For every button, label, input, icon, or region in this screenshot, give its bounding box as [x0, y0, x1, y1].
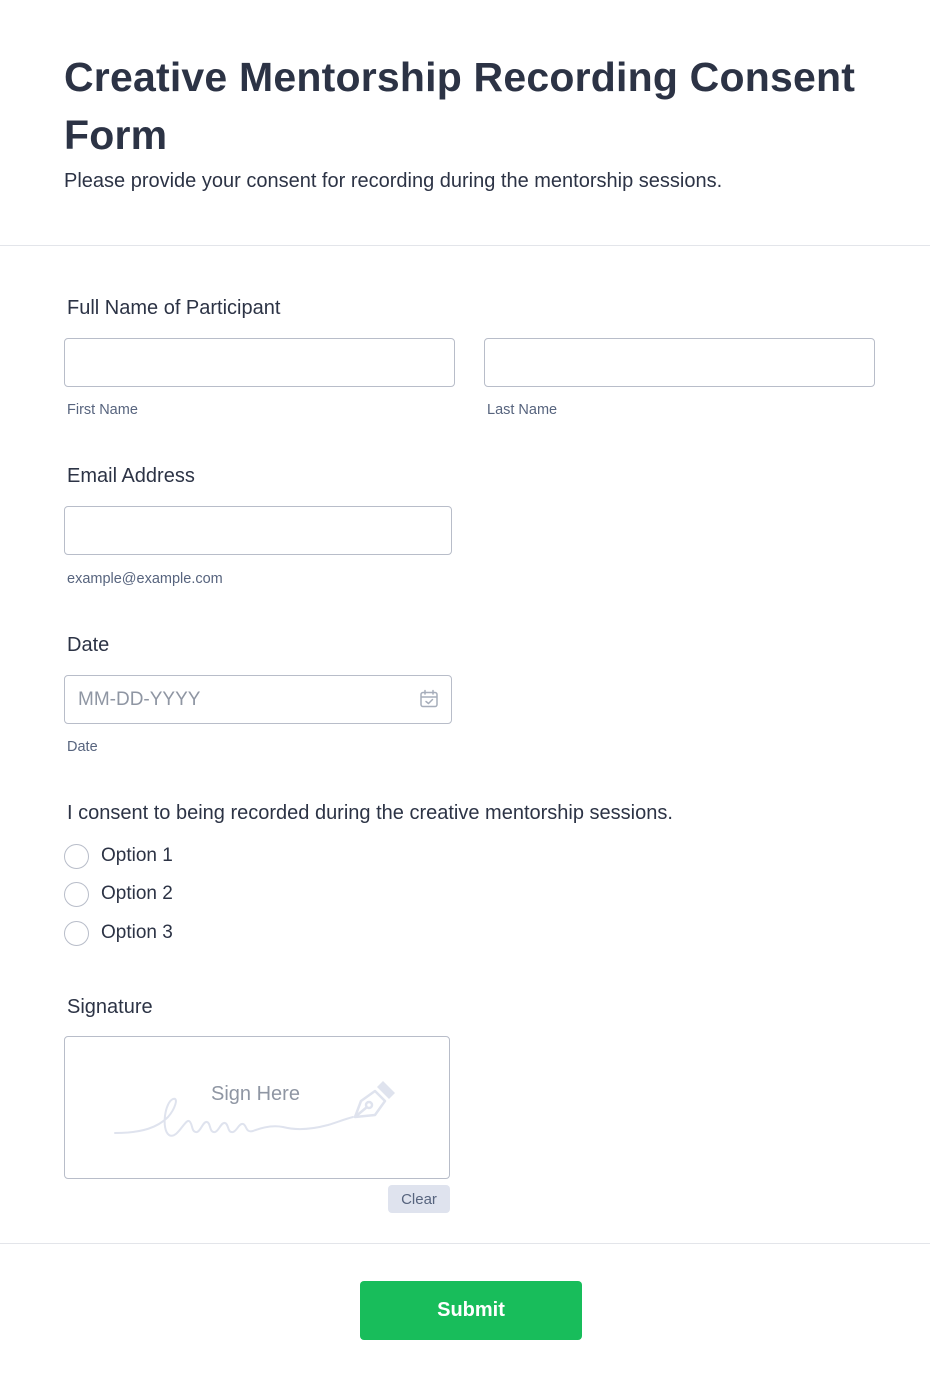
pen-nib-icon [349, 1079, 399, 1128]
form-header: Creative Mentorship Recording Consent Fo… [0, 0, 930, 246]
full-name-label: Full Name of Participant [67, 297, 281, 319]
submit-button[interactable]: Submit [360, 1281, 582, 1340]
radio-button[interactable] [64, 920, 89, 946]
email-label: Email Address [67, 465, 195, 487]
last-name-sublabel: Last Name [487, 402, 558, 418]
clear-signature-button[interactable]: Clear [388, 1185, 450, 1213]
radio-label: Option 3 [101, 922, 173, 943]
radio-button[interactable] [64, 881, 89, 907]
signature-label: Signature [67, 996, 153, 1018]
consent-question: I consent to being recorded during the c… [67, 802, 673, 824]
date-label: Date [67, 634, 110, 656]
signature-pad[interactable]: Sign Here [64, 1036, 450, 1179]
first-name-sublabel: First Name [67, 402, 138, 418]
form-subtitle: Please provide your consent for recordin… [64, 170, 723, 192]
radio-option-2[interactable]: Option 2 [64, 881, 173, 907]
email-sublabel: example@example.com [67, 571, 223, 587]
signature-hint: Sign Here [211, 1083, 300, 1105]
date-sublabel: Date [67, 739, 98, 755]
radio-option-3[interactable]: Option 3 [64, 920, 173, 946]
email-input[interactable] [64, 506, 452, 555]
radio-label: Option 1 [101, 845, 173, 866]
form-title: Creative Mentorship Recording Consent Fo… [64, 54, 856, 158]
radio-label: Option 2 [101, 883, 173, 904]
calendar-icon[interactable] [419, 689, 439, 709]
first-name-input[interactable] [64, 338, 455, 387]
radio-option-1[interactable]: Option 1 [64, 843, 173, 869]
date-input[interactable] [64, 675, 452, 724]
radio-button[interactable] [64, 843, 89, 869]
last-name-input[interactable] [484, 338, 875, 387]
